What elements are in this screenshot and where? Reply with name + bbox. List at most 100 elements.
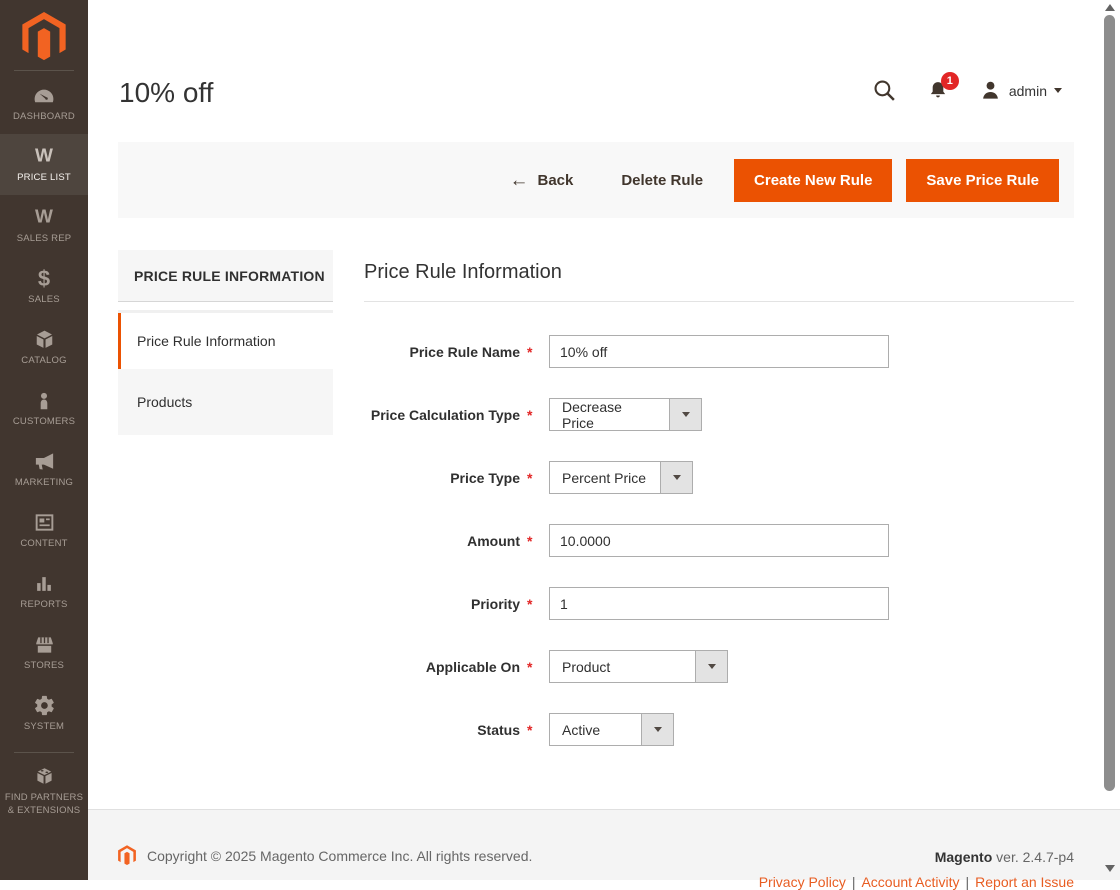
price-rule-name-input[interactable] (549, 335, 889, 368)
sidebar-item-content[interactable]: CONTENT (0, 500, 88, 561)
scrollbar-thumb[interactable] (1104, 15, 1115, 791)
main-area: 10% off 1 admin ← Back Delete Rule Creat… (88, 0, 1120, 880)
select-arrow-icon (695, 651, 727, 682)
sidebar-item-reports[interactable]: REPORTS (0, 561, 88, 622)
save-price-rule-button[interactable]: Save Price Rule (906, 158, 1059, 202)
sidebar-item-sales[interactable]: $ SALES (0, 256, 88, 317)
footer: Copyright © 2025 Magento Commerce Inc. A… (88, 809, 1120, 890)
sidebar-item-find-partners[interactable]: FIND PARTNERS & EXTENSIONS (0, 755, 88, 827)
content-area: PRICE RULE INFORMATION Price Rule Inform… (88, 218, 1120, 776)
admin-user-menu[interactable]: admin (979, 79, 1062, 102)
field-priority: Priority * (364, 587, 1074, 620)
field-label: Price Calculation Type (370, 406, 520, 423)
field-price-rule-name: Price Rule Name * (364, 335, 1074, 368)
sidebar-item-sales-rep[interactable]: W SALES REP (0, 195, 88, 256)
page-actions-bar: ← Back Delete Rule Create New Rule Save … (118, 142, 1074, 218)
select-value: Percent Price (562, 469, 647, 486)
search-button[interactable] (872, 78, 897, 103)
required-mark: * (527, 595, 533, 612)
catalog-icon (33, 328, 56, 352)
required-mark: * (527, 406, 533, 423)
magento-footer-logo-icon (118, 845, 136, 866)
select-arrow-icon (641, 714, 673, 745)
tab-price-rule-information[interactable]: Price Rule Information (118, 313, 333, 369)
privacy-policy-link[interactable]: Privacy Policy (759, 874, 846, 890)
field-label: Status (477, 721, 520, 738)
section-divider (364, 301, 1074, 302)
sidebar-item-marketing[interactable]: MARKETING (0, 439, 88, 500)
form-section: Price Rule Information Price Rule Name *… (364, 250, 1074, 776)
sidebar-item-stores[interactable]: STORES (0, 622, 88, 683)
sidebar-item-system[interactable]: SYSTEM (0, 683, 88, 744)
find-partners-icon (33, 765, 56, 789)
version-text: Magento ver. 2.4.7-p4 (934, 849, 1074, 865)
required-mark: * (527, 658, 533, 675)
dashboard-icon (32, 84, 56, 108)
magento-logo[interactable] (0, 0, 88, 62)
back-button-label: Back (537, 171, 574, 189)
sidebar-item-label: CUSTOMERS (12, 415, 76, 427)
scrollbar-down-arrow[interactable] (1105, 865, 1115, 872)
form-rows: Price Rule Name * Price Calculation Type… (364, 335, 1074, 746)
page-header: 10% off 1 admin (88, 0, 1120, 142)
sidebar-item-label: REPORTS (20, 598, 68, 610)
report-issue-link[interactable]: Report an Issue (975, 874, 1074, 890)
price-type-select[interactable]: Percent Price (549, 461, 693, 494)
notification-badge: 1 (940, 72, 959, 90)
links-separator: | (851, 874, 856, 890)
select-value: Decrease Price (562, 398, 622, 431)
content-icon (33, 511, 56, 535)
back-arrow-icon: ← (509, 169, 529, 191)
sales-rep-icon: W (35, 207, 53, 228)
sales-icon: $ (37, 265, 51, 291)
priority-input[interactable] (549, 587, 889, 620)
tab-products[interactable]: Products (118, 369, 333, 435)
brand-name: Magento (934, 849, 993, 865)
marketing-icon (33, 450, 56, 474)
sidebar-item-catalog[interactable]: CATALOG (0, 317, 88, 378)
sidebar-item-label: SALES REP (16, 232, 72, 244)
search-icon (874, 80, 895, 101)
sidebar-item-label: CONTENT (20, 537, 68, 549)
sidebar-item-label: FIND PARTNERS & EXTENSIONS (4, 791, 84, 816)
sidebar-divider (14, 70, 74, 71)
sidebar-item-label: MARKETING (14, 476, 74, 488)
sidebar-item-label: CATALOG (21, 354, 67, 366)
stores-icon (33, 633, 56, 657)
sidebar-item-customers[interactable]: CUSTOMERS (0, 378, 88, 439)
account-activity-link[interactable]: Account Activity (861, 874, 959, 890)
admin-sidebar: DASHBOARD W PRICE LIST W SALES REP $ SAL… (0, 0, 88, 880)
user-icon (982, 81, 998, 99)
status-select[interactable]: Active (549, 713, 674, 746)
tabs-panel-header: PRICE RULE INFORMATION (118, 250, 333, 302)
field-status: Status * Active (364, 713, 1074, 746)
sidebar-divider (14, 752, 74, 753)
required-mark: * (527, 532, 533, 549)
select-arrow-icon (660, 462, 692, 493)
notifications-button[interactable]: 1 (927, 72, 959, 102)
footer-links: Privacy Policy | Account Activity | Report a… (759, 874, 1074, 890)
sidebar-item-dashboard[interactable]: DASHBOARD (0, 73, 88, 134)
sidebar-item-price-list[interactable]: W PRICE LIST (0, 134, 88, 195)
price-calculation-type-select[interactable]: Decrease Price (549, 398, 702, 431)
chevron-down-icon (1054, 88, 1062, 93)
header-icons: 1 admin (872, 72, 1062, 103)
reports-icon (33, 572, 55, 596)
delete-rule-button[interactable]: Delete Rule (621, 172, 703, 189)
required-mark: * (527, 343, 533, 360)
field-applicable-on: Applicable On * Product (364, 650, 1074, 683)
required-mark: * (527, 721, 533, 738)
amount-input[interactable] (549, 524, 889, 557)
back-button[interactable]: ← Back (509, 171, 573, 190)
applicable-on-select[interactable]: Product (549, 650, 728, 683)
system-icon (33, 694, 56, 718)
magento-logo-icon (22, 12, 66, 61)
required-mark: * (527, 469, 533, 486)
admin-user-label: admin (1008, 82, 1047, 99)
scrollbar-up-arrow[interactable] (1105, 4, 1115, 11)
vertical-scrollbar (1103, 0, 1117, 880)
page-title: 10% off (119, 77, 214, 108)
field-label: Price Rule Name (409, 343, 521, 360)
create-new-rule-button[interactable]: Create New Rule (734, 158, 893, 202)
section-title: Price Rule Information (364, 261, 562, 283)
